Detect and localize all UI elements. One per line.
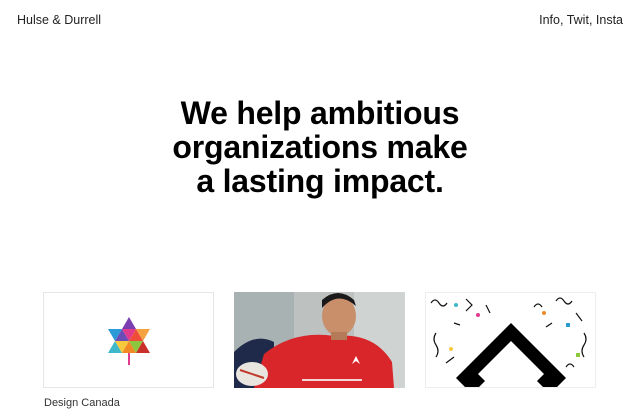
maple-leaf-logo-icon	[108, 317, 150, 365]
top-nav: Info, Twit, Insta	[539, 13, 623, 27]
work-card-design-canada[interactable]	[43, 292, 214, 388]
work-card-caption[interactable]: Design Canada	[44, 397, 120, 409]
hero-heading: We help ambitious organizations make a l…	[0, 96, 640, 198]
rugby-player-photo-icon	[234, 292, 405, 388]
nav-link-insta[interactable]: Insta	[596, 13, 623, 27]
nav-separator: ,	[588, 13, 596, 27]
nav-link-twit[interactable]: Twit	[567, 13, 589, 27]
brand-logo-link[interactable]: Hulse & Durrell	[17, 13, 101, 27]
nav-separator: ,	[559, 13, 567, 27]
geometric-pattern-graphic-icon	[426, 293, 595, 387]
hero-line: organizations make	[172, 129, 468, 165]
work-card-rugby[interactable]	[234, 292, 405, 388]
hero-line: We help ambitious	[180, 95, 460, 131]
hero-line: a lasting impact.	[196, 163, 444, 199]
nav-link-info[interactable]: Info	[539, 13, 560, 27]
work-card-pattern[interactable]	[425, 292, 596, 388]
